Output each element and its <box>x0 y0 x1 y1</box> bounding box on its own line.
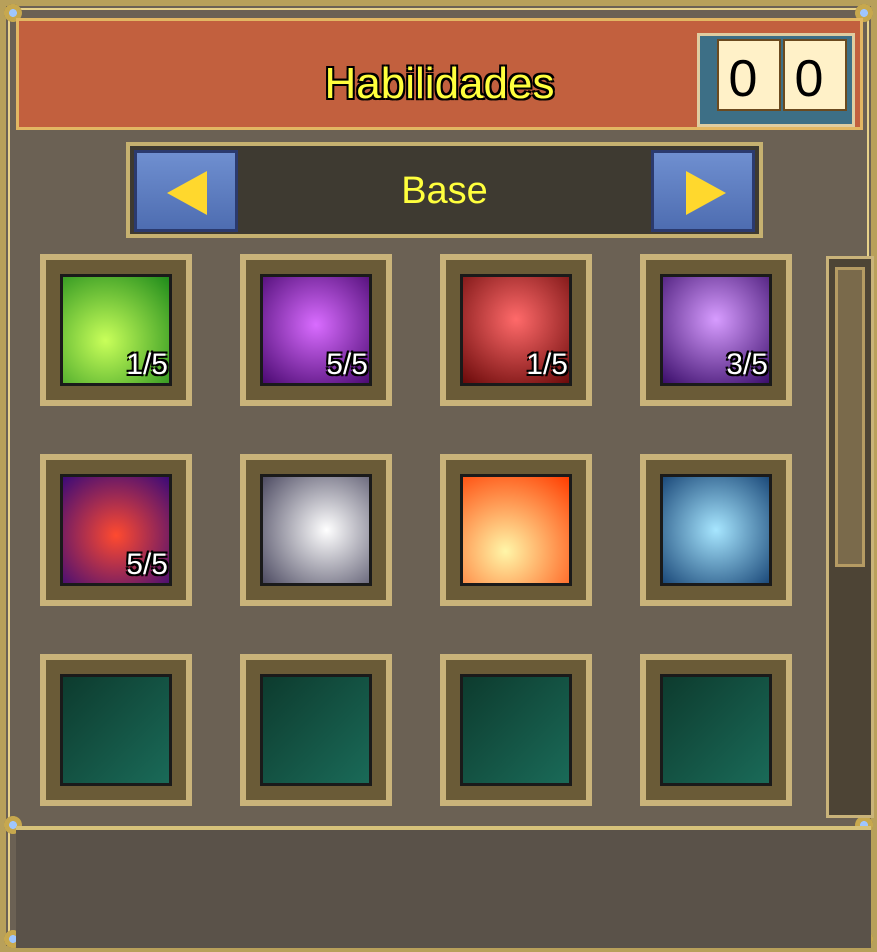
skill-slot[interactable] <box>240 654 392 806</box>
skill-level: 1/5 <box>126 348 168 381</box>
skill-slot[interactable]: 1/5 <box>440 254 592 406</box>
arrow-left-icon <box>167 171 207 215</box>
axe-icon <box>460 674 572 786</box>
skill-slot[interactable]: 1/5 <box>40 254 192 406</box>
skill-slot[interactable]: 3/5 <box>640 254 792 406</box>
sword-icon <box>60 674 172 786</box>
skill-level: 5/5 <box>326 348 368 381</box>
tab-label: Base <box>401 170 488 212</box>
hammer-icon <box>660 674 772 786</box>
scrollbar[interactable] <box>826 256 874 818</box>
bottom-panel <box>16 826 871 948</box>
counter-page-left: 0 <box>717 39 781 111</box>
skill-level: 1/5 <box>526 348 568 381</box>
skill-slot[interactable] <box>40 654 192 806</box>
skill-slot[interactable] <box>440 454 592 606</box>
title-bar: Habilidades 0 0 <box>16 18 863 130</box>
skill-slot[interactable]: 5/5 <box>240 254 392 406</box>
skill-level: 3/5 <box>726 348 768 381</box>
skill-slot[interactable]: 5/5 <box>40 454 192 606</box>
skill-slot[interactable] <box>640 454 792 606</box>
skills-grid: 1/5 5/5 1/5 3/5 5/5 <box>12 254 820 816</box>
tab-selector: Base <box>126 142 763 238</box>
skill-level: 5/5 <box>126 548 168 581</box>
skill-points-counter: 0 0 <box>697 29 857 129</box>
next-tab-button[interactable] <box>651 150 755 232</box>
counter-digit: 0 <box>794 50 824 108</box>
arrow-right-icon <box>686 171 726 215</box>
fire-hand-icon <box>460 474 572 586</box>
counter-digit: 0 <box>728 50 758 108</box>
counter-page-right: 0 <box>783 39 847 111</box>
skills-window: Habilidades 0 0 Base 1/5 5/5 1/5 3/5 5/5 <box>0 0 877 952</box>
unicorn-icon <box>260 474 372 586</box>
skill-slot[interactable] <box>640 654 792 806</box>
scrollbar-thumb[interactable] <box>835 267 865 567</box>
axe-icon <box>260 674 372 786</box>
blue-shield-icon <box>660 474 772 586</box>
skill-slot[interactable] <box>440 654 592 806</box>
previous-tab-button[interactable] <box>134 150 238 232</box>
skill-slot[interactable] <box>240 454 392 606</box>
